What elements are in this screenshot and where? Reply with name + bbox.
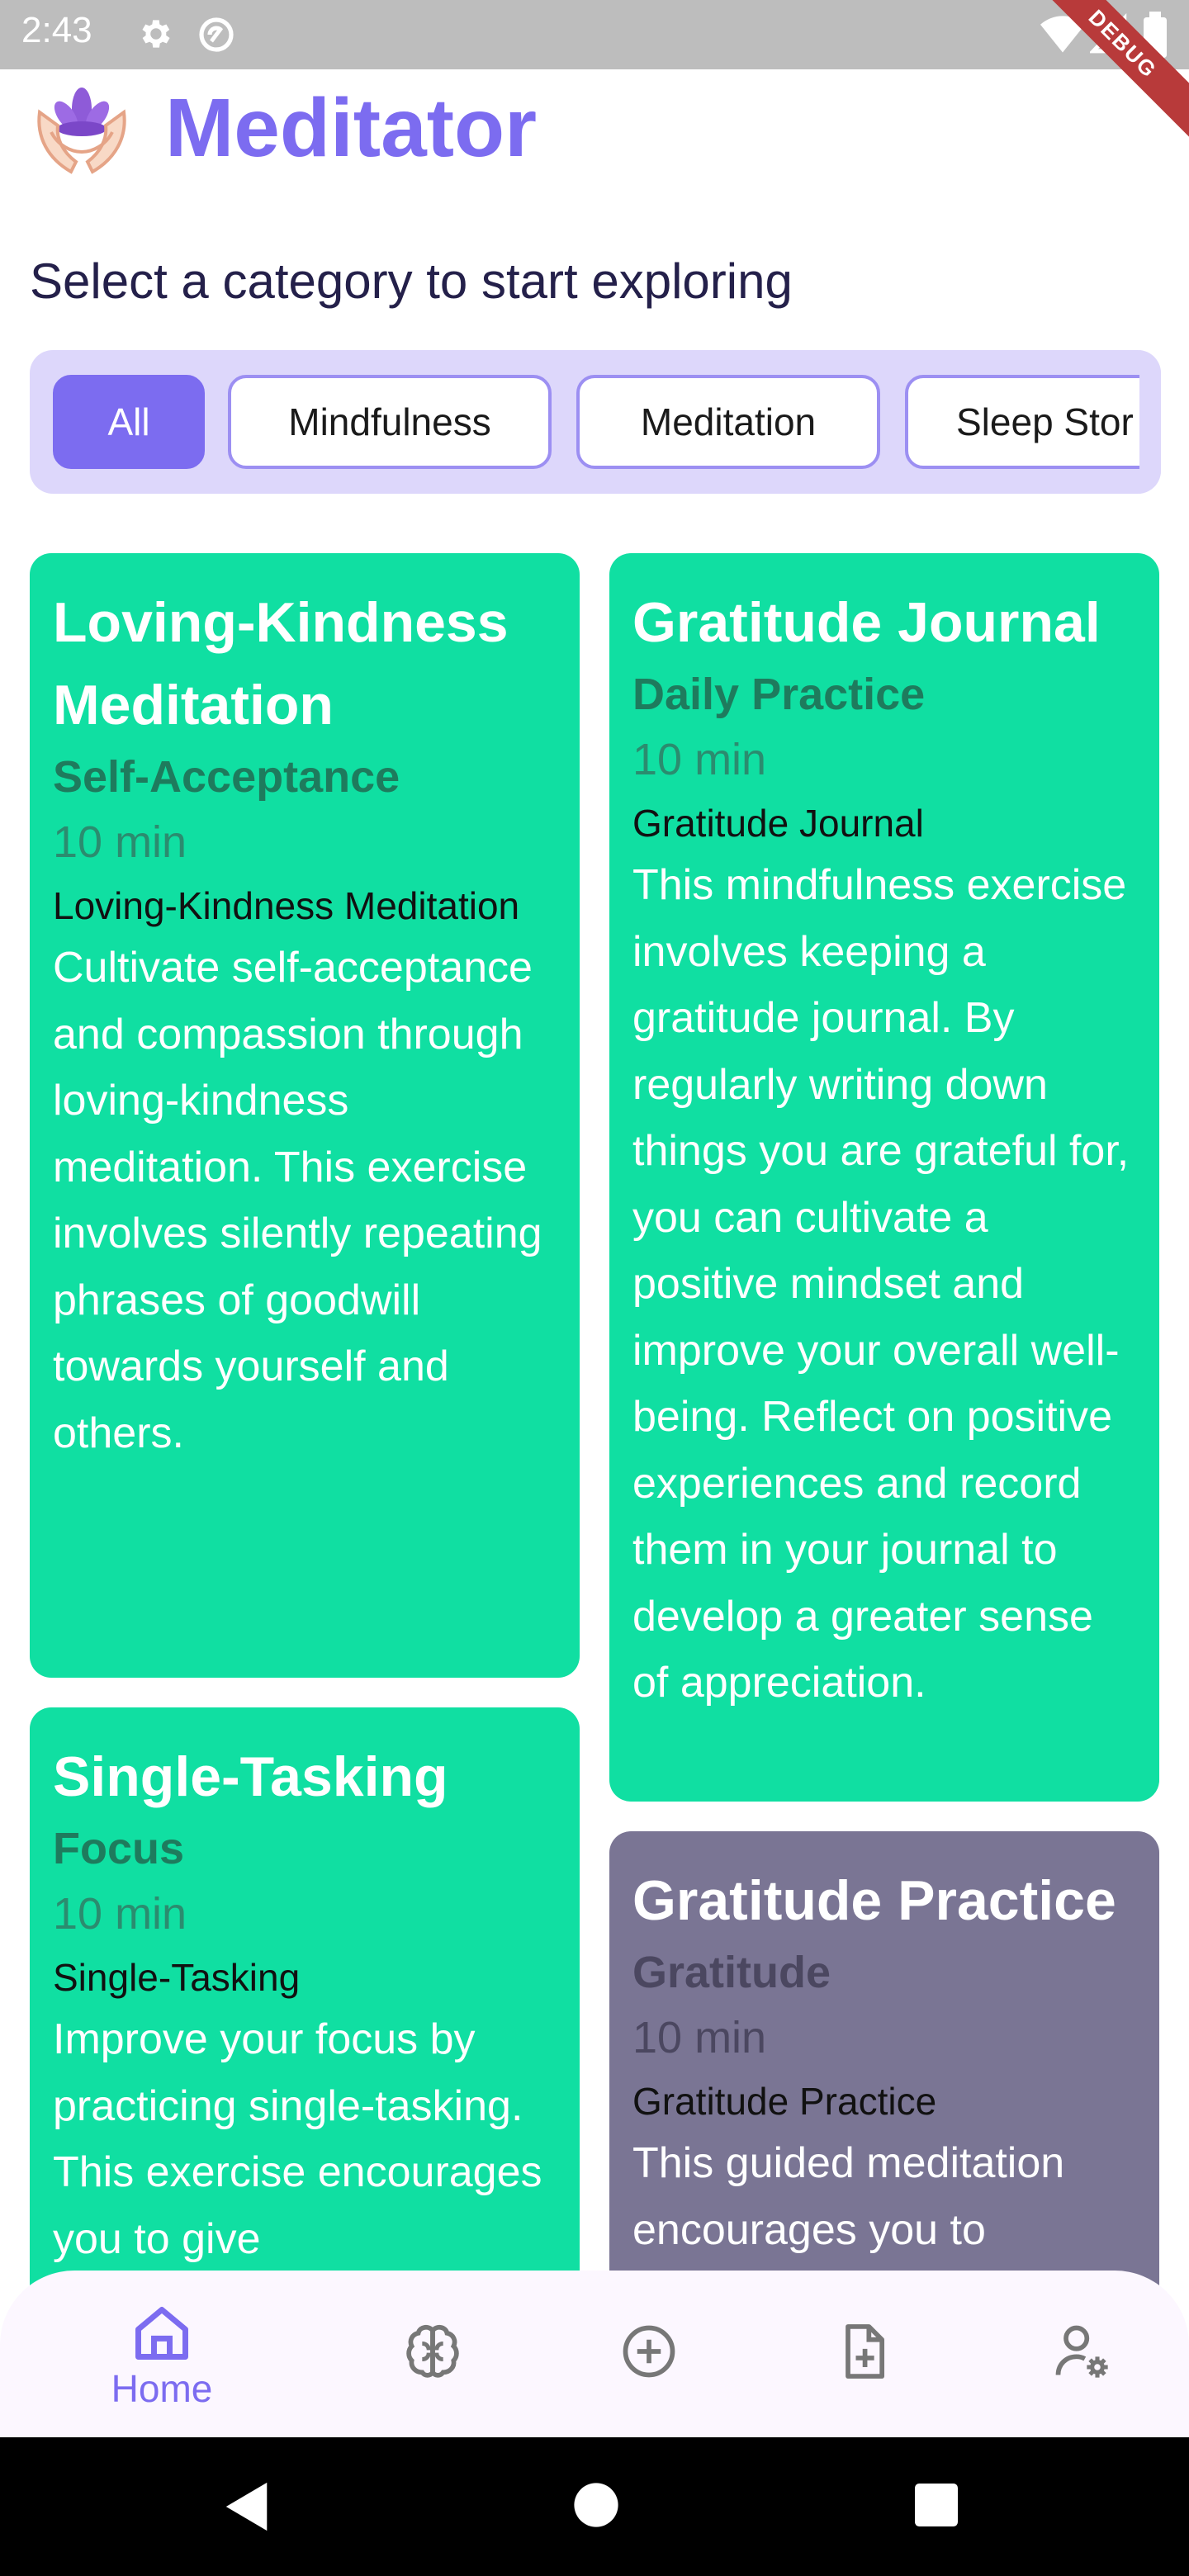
- status-bar: 2:43 DEBUG: [0, 0, 1189, 145]
- user-settings-icon: [1055, 2325, 1108, 2378]
- category-chip-meditation[interactable]: Meditation: [576, 375, 880, 469]
- card-description: Improve your focus by practicing single-…: [53, 2015, 542, 2263]
- card-category: Gratitude: [632, 1948, 831, 1997]
- brain-icon: [406, 2324, 459, 2378]
- card-duration: 10 min: [53, 1889, 187, 1939]
- bottom-navigation: Home: [0, 2271, 1189, 2437]
- nav-new-document[interactable]: [814, 2302, 913, 2417]
- category-bar[interactable]: All Mindfulness Meditation Sleep Stor: [30, 350, 1161, 494]
- page-subtitle: Select a category to start exploring: [30, 253, 793, 309]
- card-name: Loving-Kindness Meditation: [53, 884, 520, 927]
- status-time: 2:43: [21, 10, 92, 50]
- card-category: Self-Acceptance: [53, 752, 400, 802]
- settings-status-icon: [142, 20, 170, 48]
- card-title: Gratitude Practice: [632, 1869, 1116, 1932]
- category-chip-all[interactable]: All: [53, 375, 205, 469]
- card-description: This guided meditation encourages you to: [632, 2139, 1065, 2254]
- home-button-icon[interactable]: [573, 2482, 619, 2528]
- sync-status-icon: [199, 17, 234, 52]
- category-chip-mindfulness[interactable]: Mindfulness: [228, 375, 552, 469]
- add-document-icon: [846, 2324, 885, 2379]
- card-name: Gratitude Journal: [632, 802, 924, 845]
- nav-add[interactable]: [599, 2302, 699, 2417]
- category-bar-edge: [1139, 350, 1161, 494]
- nav-home[interactable]: Home: [111, 2302, 212, 2417]
- card-title: Loving-Kindness Meditation: [53, 591, 509, 736]
- nav-profile-settings[interactable]: [1032, 2302, 1131, 2417]
- recents-icon[interactable]: [915, 2484, 958, 2526]
- card-duration: 10 min: [632, 2013, 767, 2062]
- nav-home-label: Home: [111, 2367, 213, 2410]
- card-name: Gratitude Practice: [632, 2080, 937, 2123]
- card-category: Daily Practice: [632, 670, 926, 719]
- lotus-hands-icon: [37, 88, 126, 174]
- system-navigation-bar: [0, 2437, 1189, 2576]
- card-title: Gratitude Journal: [632, 591, 1101, 654]
- exercise-card[interactable]: Gratitude Journal Daily Practice 10 min …: [609, 553, 1159, 1802]
- card-duration: 10 min: [53, 817, 187, 867]
- card-description: Cultivate self-acceptance and compassion…: [53, 944, 542, 1457]
- card-name: Single-Tasking: [53, 1956, 301, 1999]
- home-icon: [135, 2307, 188, 2360]
- nav-explore[interactable]: [383, 2302, 482, 2417]
- exercise-card[interactable]: Loving-Kindness Meditation Self-Acceptan…: [30, 553, 580, 1678]
- card-description: This mindfulness exercise involves keepi…: [632, 861, 1130, 1707]
- card-category: Focus: [53, 1824, 185, 1873]
- card-duration: 10 min: [632, 735, 767, 784]
- back-icon[interactable]: [223, 2480, 272, 2533]
- card-title: Single-Tasking: [53, 1745, 448, 1808]
- category-chip-sleep-stories[interactable]: Sleep Stor: [905, 375, 1161, 469]
- app-title: Meditator: [165, 82, 537, 174]
- add-circle-icon: [623, 2325, 675, 2378]
